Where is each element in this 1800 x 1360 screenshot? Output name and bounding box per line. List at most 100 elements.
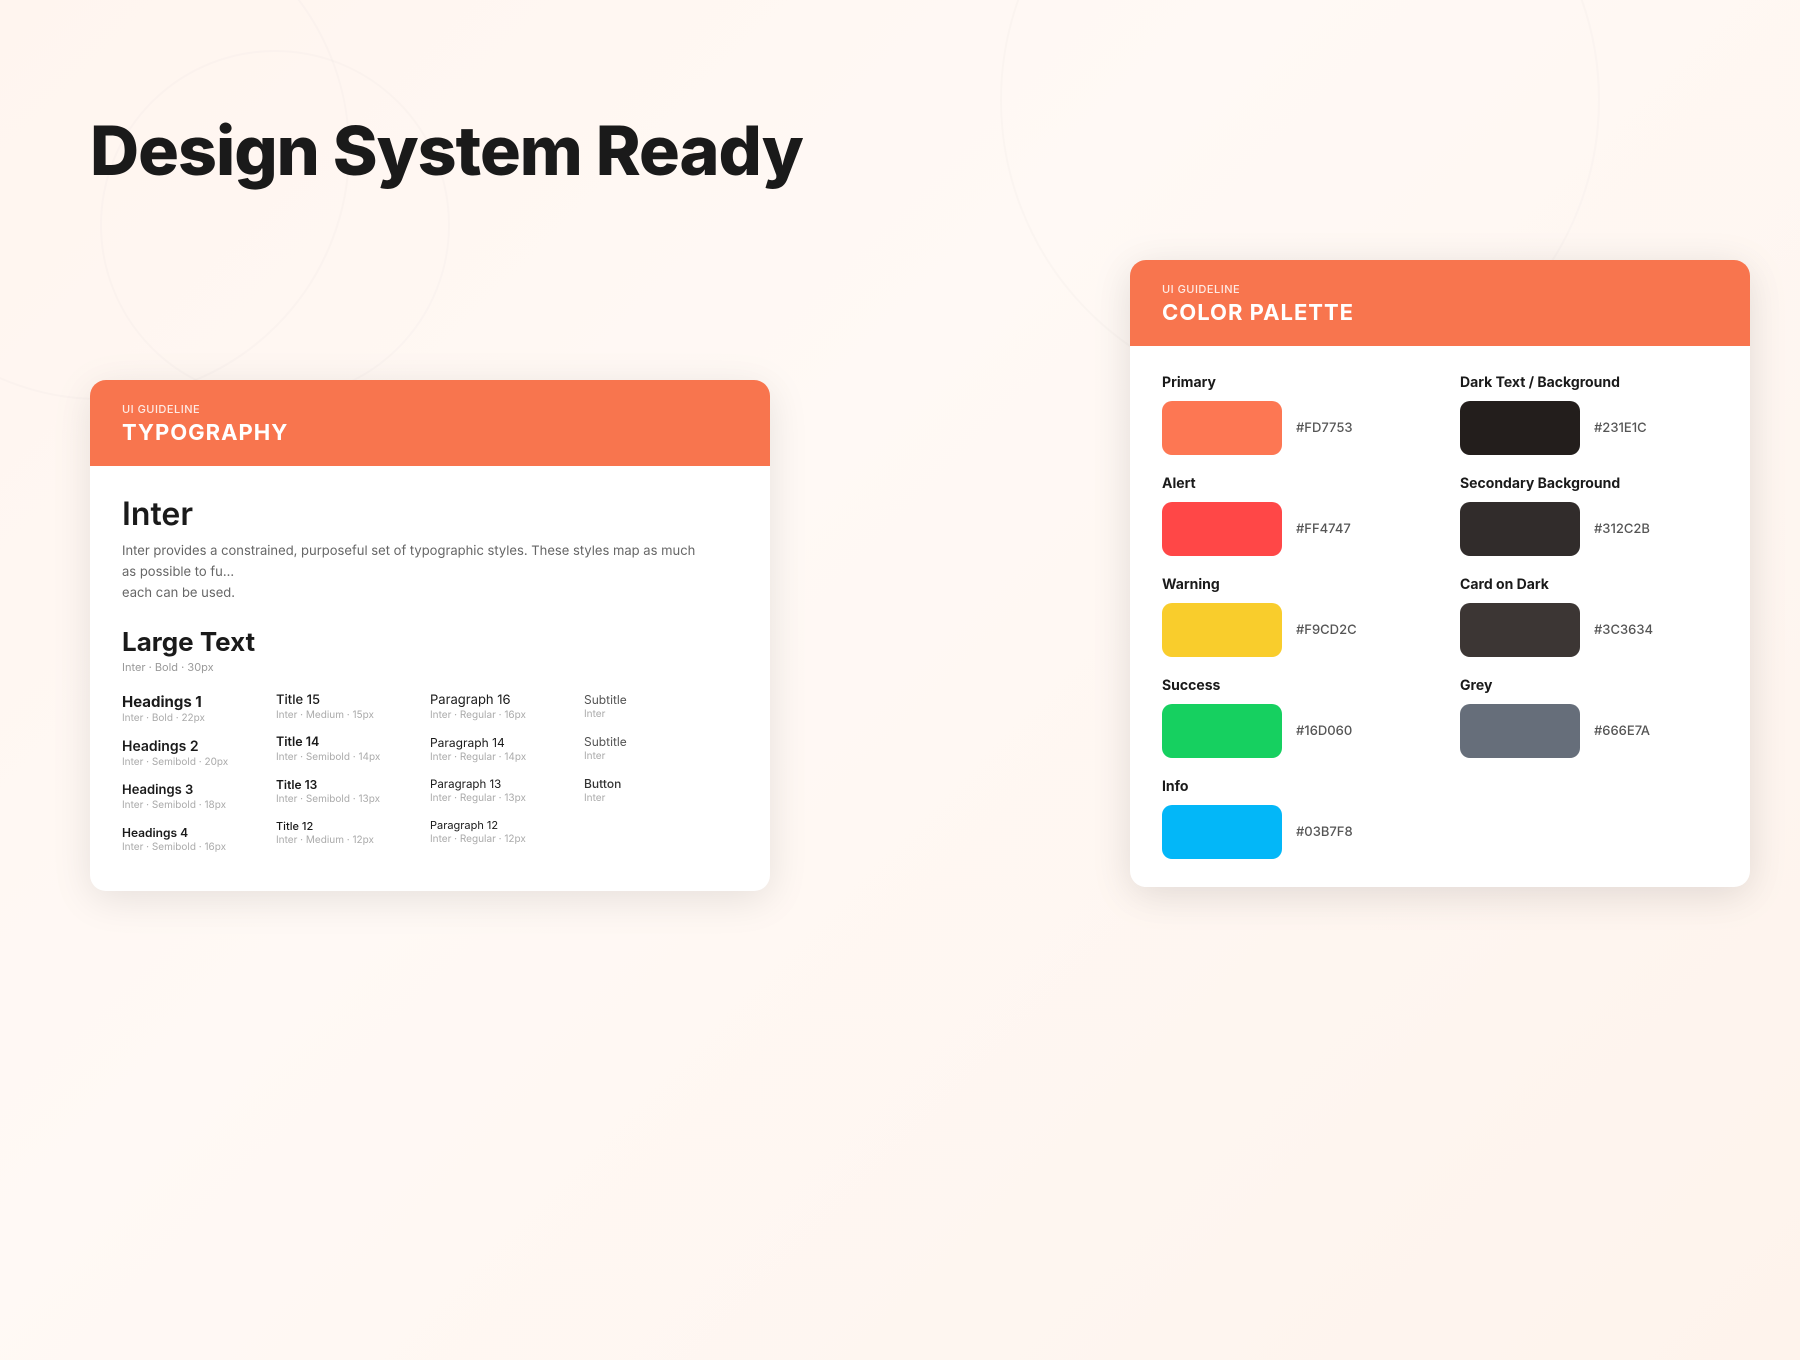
type-sub-h1: Inter · Bold · 22px bbox=[122, 712, 260, 724]
typography-card-header: UI Guideline TYPOGRAPHY bbox=[90, 380, 770, 466]
color-swatch-secondary-bg bbox=[1460, 502, 1580, 556]
color-section-title-dark-text: Dark Text / Background bbox=[1460, 374, 1718, 391]
color-row-info: #03B7F8 bbox=[1162, 805, 1420, 859]
color-swatch-alert bbox=[1162, 502, 1282, 556]
type-item: Paragraph 14 Inter · Regular · 14px bbox=[430, 735, 568, 763]
type-item: Subtitle Inter bbox=[584, 734, 722, 762]
color-swatch-info bbox=[1162, 805, 1282, 859]
type-item: Button Inter bbox=[584, 776, 722, 804]
color-section-dark-text: Dark Text / Background #231E1C bbox=[1460, 374, 1718, 455]
color-swatch-grey bbox=[1460, 704, 1580, 758]
color-swatch-success bbox=[1162, 704, 1282, 758]
type-item: Paragraph 12 Inter · Regular · 12px bbox=[430, 818, 568, 845]
color-left-col: Primary #FD7753 Alert #FF4747 Warning bbox=[1162, 374, 1420, 859]
subtitles-col: Subtitle Inter Subtitle Inter Button Int… bbox=[584, 692, 738, 867]
color-row-secondary-bg: #312C2B bbox=[1460, 502, 1718, 556]
font-description: Inter provides a constrained, purposeful… bbox=[122, 541, 702, 603]
type-sub-t14: Inter · Semibold · 14px bbox=[276, 751, 414, 763]
color-section-grey: Grey #666E7A bbox=[1460, 677, 1718, 758]
page-title: Design System Ready bbox=[90, 110, 803, 192]
type-item: Headings 2 Inter · Semibold · 20px bbox=[122, 738, 260, 768]
type-name-h3: Headings 3 bbox=[122, 782, 260, 798]
color-section-warning: Warning #F9CD2C bbox=[1162, 576, 1420, 657]
color-section-card-on-dark: Card on Dark #3C3634 bbox=[1460, 576, 1718, 657]
type-grid: Headings 1 Inter · Bold · 22px Headings … bbox=[122, 692, 738, 867]
color-grid: Primary #FD7753 Alert #FF4747 Warning bbox=[1162, 374, 1718, 859]
color-row-success: #16D060 bbox=[1162, 704, 1420, 758]
type-sub-h4: Inter · Semibold · 16px bbox=[122, 841, 260, 853]
titles-col: Title 15 Inter · Medium · 15px Title 14 … bbox=[276, 692, 430, 867]
type-name-t15: Title 15 bbox=[276, 692, 414, 708]
type-item: Headings 4 Inter · Semibold · 16px bbox=[122, 825, 260, 853]
type-item: Paragraph 16 Inter · Regular · 16px bbox=[430, 692, 568, 721]
type-item: Title 15 Inter · Medium · 15px bbox=[276, 692, 414, 721]
type-name-p12: Paragraph 12 bbox=[430, 818, 568, 832]
color-section-title-info: Info bbox=[1162, 778, 1420, 795]
color-swatch-warning bbox=[1162, 603, 1282, 657]
type-item: Title 12 Inter · Medium · 12px bbox=[276, 819, 414, 846]
headings-col: Headings 1 Inter · Bold · 22px Headings … bbox=[122, 692, 276, 867]
color-hex-grey: #666E7A bbox=[1594, 723, 1650, 739]
bg-decoration-2 bbox=[100, 50, 450, 400]
color-hex-success: #16D060 bbox=[1296, 723, 1352, 739]
color-swatch-primary bbox=[1162, 401, 1282, 455]
color-section-success: Success #16D060 bbox=[1162, 677, 1420, 758]
type-name-p14: Paragraph 14 bbox=[430, 735, 568, 750]
large-text-label: Large Text bbox=[122, 627, 738, 658]
color-palette-card: UI Guideline COLOR PALETTE Primary #FD77… bbox=[1130, 260, 1750, 887]
type-name-p16: Paragraph 16 bbox=[430, 692, 568, 708]
typography-card: UI Guideline TYPOGRAPHY Inter Inter prov… bbox=[90, 380, 770, 891]
type-sub-t13: Inter · Semibold · 13px bbox=[276, 793, 414, 805]
type-item: Title 13 Inter · Semibold · 13px bbox=[276, 777, 414, 805]
type-name-t12: Title 12 bbox=[276, 819, 414, 833]
type-sub-sub2: Inter bbox=[584, 750, 722, 762]
type-name-h1: Headings 1 bbox=[122, 692, 260, 711]
type-name-sub1: Subtitle bbox=[584, 692, 722, 707]
color-section-title-alert: Alert bbox=[1162, 475, 1420, 492]
color-guideline-label: UI Guideline bbox=[1162, 282, 1718, 296]
color-card-body: Primary #FD7753 Alert #FF4747 Warning bbox=[1130, 346, 1750, 887]
typography-guideline-label: UI Guideline bbox=[122, 402, 738, 416]
type-item: Headings 1 Inter · Bold · 22px bbox=[122, 692, 260, 724]
type-sub-t15: Inter · Medium · 15px bbox=[276, 709, 414, 721]
font-name: Inter bbox=[122, 494, 738, 533]
color-section-alert: Alert #FF4747 bbox=[1162, 475, 1420, 556]
color-row-card-on-dark: #3C3634 bbox=[1460, 603, 1718, 657]
color-card-header: UI Guideline COLOR PALETTE bbox=[1130, 260, 1750, 346]
type-sub-p16: Inter · Regular · 16px bbox=[430, 709, 568, 721]
color-section-primary: Primary #FD7753 bbox=[1162, 374, 1420, 455]
color-swatch-card-on-dark bbox=[1460, 603, 1580, 657]
typography-card-body: Inter Inter provides a constrained, purp… bbox=[90, 466, 770, 891]
color-card-title: COLOR PALETTE bbox=[1162, 300, 1718, 326]
color-row-alert: #FF4747 bbox=[1162, 502, 1420, 556]
type-name-h2: Headings 2 bbox=[122, 738, 260, 755]
color-hex-warning: #F9CD2C bbox=[1296, 622, 1357, 638]
color-hex-primary: #FD7753 bbox=[1296, 420, 1353, 436]
color-row-dark-text: #231E1C bbox=[1460, 401, 1718, 455]
color-hex-card-on-dark: #3C3634 bbox=[1594, 622, 1653, 638]
color-section-title-secondary-bg: Secondary Background bbox=[1460, 475, 1718, 492]
paragraphs-col: Paragraph 16 Inter · Regular · 16px Para… bbox=[430, 692, 584, 867]
color-section-title-warning: Warning bbox=[1162, 576, 1420, 593]
type-item: Headings 3 Inter · Semibold · 18px bbox=[122, 782, 260, 811]
type-name-h4: Headings 4 bbox=[122, 825, 260, 840]
color-section-info: Info #03B7F8 bbox=[1162, 778, 1420, 859]
color-section-title-card-on-dark: Card on Dark bbox=[1460, 576, 1718, 593]
type-sub-h2: Inter · Semibold · 20px bbox=[122, 756, 260, 768]
color-row-warning: #F9CD2C bbox=[1162, 603, 1420, 657]
color-hex-secondary-bg: #312C2B bbox=[1594, 521, 1650, 537]
color-hex-dark-text: #231E1C bbox=[1594, 420, 1647, 436]
type-name-btn: Button bbox=[584, 776, 722, 791]
type-name-t13: Title 13 bbox=[276, 777, 414, 792]
type-sub-h3: Inter · Semibold · 18px bbox=[122, 799, 260, 811]
type-item: Paragraph 13 Inter · Regular · 13px bbox=[430, 777, 568, 804]
type-sub-sub1: Inter bbox=[584, 708, 722, 720]
type-sub-p14: Inter · Regular · 14px bbox=[430, 751, 568, 763]
color-row-grey: #666E7A bbox=[1460, 704, 1718, 758]
color-hex-alert: #FF4747 bbox=[1296, 521, 1351, 537]
type-name-t14: Title 14 bbox=[276, 735, 414, 750]
color-section-title-primary: Primary bbox=[1162, 374, 1420, 391]
color-section-title-success: Success bbox=[1162, 677, 1420, 694]
type-sub-p13: Inter · Regular · 13px bbox=[430, 792, 568, 804]
color-row-primary: #FD7753 bbox=[1162, 401, 1420, 455]
